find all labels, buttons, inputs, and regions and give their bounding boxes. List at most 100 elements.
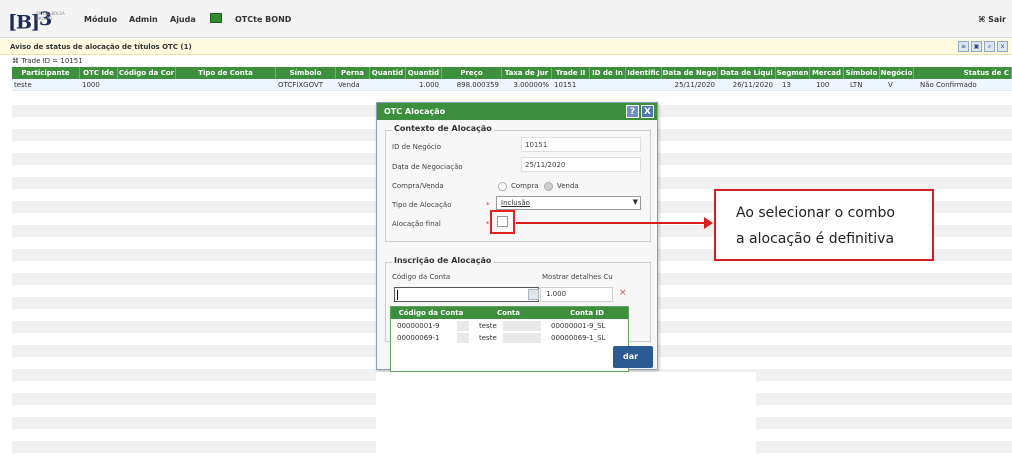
blank-overlay [376, 372, 756, 456]
annotation-arrow-head [704, 217, 713, 229]
trade-id-label: ID de Negócio [392, 143, 441, 151]
inscription-legend: Inscrição de Alocação [392, 256, 494, 265]
cell-participante: teste [14, 81, 32, 89]
account-code-label: Código da Conta [392, 273, 451, 281]
cell-quantidade-2: 1.000 [418, 81, 439, 89]
cell-negocio: V [888, 81, 893, 89]
col-data-negociacao[interactable]: Data de Nego [662, 67, 718, 79]
otcte-app-icon[interactable] [210, 13, 222, 23]
cell-status: Não Confirmado [920, 81, 977, 89]
lookup-icon[interactable] [528, 289, 539, 300]
annotation-line-1: Ao selecionar o combo [736, 205, 895, 221]
cell-codigo-conta [118, 79, 176, 91]
quantity-input[interactable]: 1.000 [540, 287, 613, 302]
sell-radio[interactable] [544, 182, 553, 191]
col-trade-id[interactable]: Trade II [552, 67, 590, 79]
col-codigo-conta[interactable]: Código da Cor [118, 67, 176, 79]
col-quantidade-1[interactable]: Quantid [370, 67, 406, 79]
results-grid: Participante OTC Ide Código da Cor Tipo … [12, 67, 1012, 91]
cell-simbolo: OTCFIXGOVT [278, 81, 324, 89]
save-button-label: dar [623, 352, 639, 361]
col-quantidade-2[interactable]: Quantid [406, 67, 442, 79]
cell-quantidade-1 [370, 79, 406, 91]
redaction-bar [503, 333, 541, 343]
cell-preco: 898.000359 [456, 81, 499, 89]
buy-radio-label: Compra [511, 182, 539, 190]
logout-link[interactable]: ⌘ Sair [978, 15, 1006, 24]
col-perna[interactable]: Perna [336, 67, 370, 79]
redaction-bar [457, 333, 469, 343]
top-menu-bar: [B]3 BRASIL BOLSA BALCÃO Módulo Admin Aj… [0, 0, 1012, 38]
col-simbolo[interactable]: Símbolo [276, 67, 336, 79]
col-data-liquidacao[interactable]: Data de Liqui [718, 67, 776, 79]
save-button[interactable]: dar [613, 346, 653, 368]
col-tipo-conta[interactable]: Tipo de Conta [176, 67, 276, 79]
dd-col-account-code: Código da Conta [398, 309, 464, 317]
chevron-down-icon: ▼ [632, 198, 638, 206]
required-marker: * [486, 220, 490, 228]
cell-data-liquidacao: 26/11/2020 [732, 81, 773, 89]
annotation-arrow-line [516, 222, 706, 224]
col-identificador[interactable]: Identific [626, 67, 662, 79]
annotation-line-2: a alocação é definitiva [736, 231, 895, 247]
col-status[interactable]: Status de C [914, 67, 1012, 79]
active-filter[interactable]: ⌘ Trade ID = 10151 [12, 57, 83, 65]
dd-col-account-id: Conta ID [570, 309, 604, 317]
col-segmento[interactable]: Segmen [776, 67, 810, 79]
menu-ajuda[interactable]: Ajuda [170, 15, 196, 24]
clear-icon[interactable]: × [619, 288, 627, 298]
page-title: Aviso de status de alocação de títulos O… [10, 43, 192, 51]
required-marker: * [486, 201, 490, 209]
dd-account-code: 00000001-9 [397, 322, 440, 330]
cell-taxa-juros: 3.00000% [513, 81, 549, 89]
cell-simbolo-2: LTN [850, 81, 863, 89]
col-simbolo-2[interactable]: Símbolo [844, 67, 880, 79]
trade-date-label: Data de Negociação [392, 163, 463, 171]
col-negocio[interactable]: Negócio [880, 67, 914, 79]
excel-icon[interactable]: x [997, 41, 1008, 52]
table-row[interactable]: teste 1000 OTCFIXGOVT Venda 1.000 898.00… [12, 79, 1012, 91]
cell-otc-id: 1000 [82, 81, 100, 89]
dd-col-account: Conta [497, 309, 520, 317]
dialog-titlebar[interactable]: OTC Alocação ? X [377, 103, 657, 120]
buy-radio[interactable] [498, 182, 507, 191]
print-icon[interactable]: ▣ [971, 41, 982, 52]
autocomplete-header: Código da Conta Conta Conta ID [391, 307, 628, 319]
help-icon[interactable]: ? [626, 105, 639, 118]
menu-otcte-bond[interactable]: OTCte BOND [235, 15, 291, 24]
alloc-type-value: Inclusão [501, 199, 530, 207]
annotation-callout: Ao selecionar o combo a alocação é defin… [714, 189, 934, 261]
final-alloc-label: Alocação final [392, 220, 441, 228]
checkbox-highlight-box [490, 210, 515, 234]
trade-id-field[interactable]: 10151 [521, 137, 641, 152]
export-icon[interactable]: ≡ [958, 41, 969, 52]
list-item[interactable]: 00000069-1 teste 00000069-1_SL [391, 332, 628, 344]
col-taxa-juros[interactable]: Taxa de Jur [502, 67, 552, 79]
menu-admin[interactable]: Admin [129, 15, 158, 24]
logo-mark: [B] [8, 11, 40, 34]
col-otc-id[interactable]: OTC Ide [80, 67, 118, 79]
alloc-type-select[interactable]: Inclusão ▼ [496, 196, 641, 210]
alloc-type-label: Tipo de Alocação [392, 201, 452, 209]
col-participante[interactable]: Participante [12, 67, 80, 79]
account-code-input[interactable] [394, 287, 539, 302]
context-legend: Contexto de Alocação [392, 124, 494, 133]
col-mercado[interactable]: Mercad [810, 67, 844, 79]
close-icon[interactable]: X [641, 105, 654, 118]
cell-perna: Venda [338, 81, 360, 89]
trade-date-field[interactable]: 25/11/2020 [521, 157, 641, 172]
b3-logo: [B]3 [8, 8, 52, 34]
cell-trade-id: 10151 [554, 81, 577, 89]
logo-subtitle: BRASIL BOLSA BALCÃO [36, 11, 65, 21]
dd-account-id: 00000069-1_SL [551, 334, 606, 342]
search-icon[interactable]: ⌕ [984, 41, 995, 52]
dialog-title: OTC Alocação [384, 107, 446, 116]
cell-mercado: 100 [816, 81, 830, 89]
cell-id-instrumento [590, 79, 626, 91]
page-header: Aviso de status de alocação de títulos O… [0, 39, 1012, 55]
col-id-instrumento[interactable]: ID de In [590, 67, 626, 79]
col-preco[interactable]: Preço [442, 67, 502, 79]
list-item[interactable]: 00000001-9 teste 00000001-9_SL [391, 320, 628, 332]
text-cursor [397, 290, 398, 300]
menu-modulo[interactable]: Módulo [84, 15, 117, 24]
